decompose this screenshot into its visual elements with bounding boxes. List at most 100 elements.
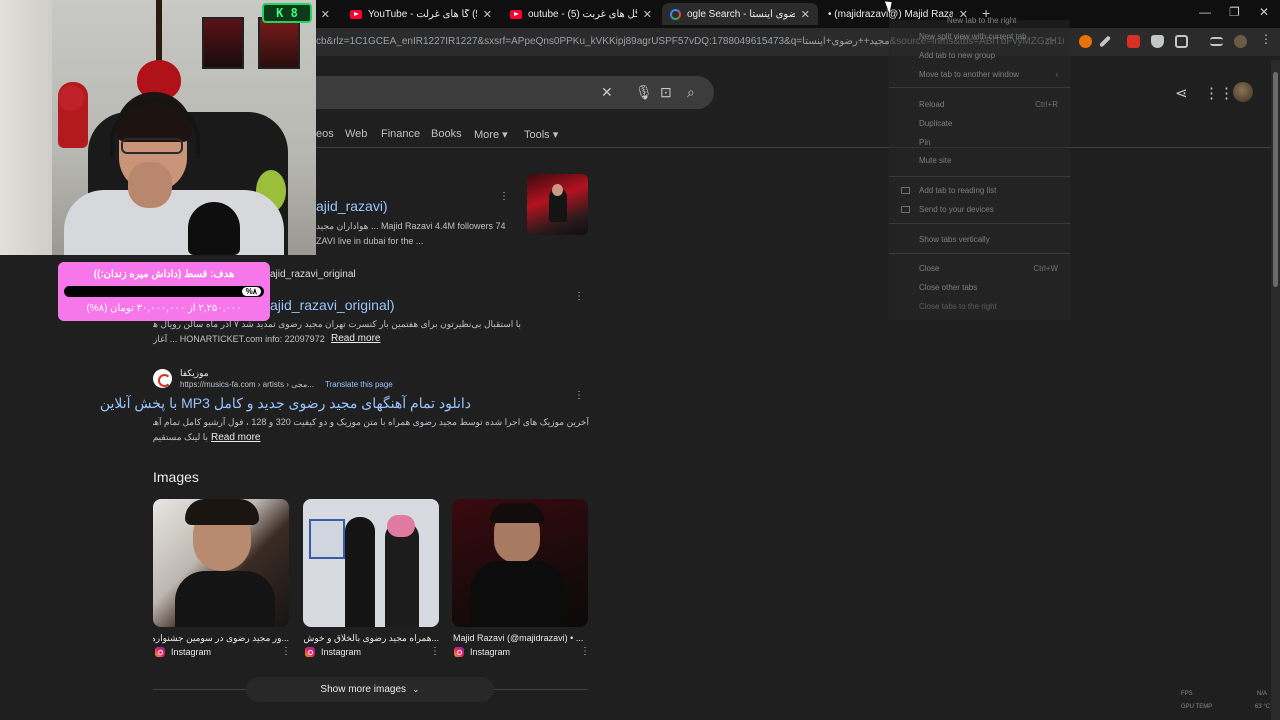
more-options-icon[interactable]: ⋮ — [430, 646, 440, 657]
result-snippet: هواداران مجید ... Majid Razavi 4.4M foll… — [316, 221, 506, 231]
gpu-temp-label: GPU TEMP — [1181, 704, 1213, 710]
image-pink-scarf — [387, 515, 415, 537]
filter-more[interactable]: More ▾ — [474, 128, 508, 141]
menu-item[interactable]: Send to your devices — [919, 205, 994, 214]
puzzle-icon[interactable] — [1175, 35, 1188, 48]
streamer-hand — [128, 162, 172, 208]
menu-item[interactable]: Add tab to new group — [919, 51, 995, 60]
result-thumbnail[interactable] — [527, 174, 588, 235]
lens-icon[interactable]: ⊡ — [660, 84, 672, 101]
maximize-button[interactable]: ❐ — [1229, 5, 1240, 19]
menu-item[interactable]: Move tab to another window — [919, 70, 1019, 79]
media-list-icon[interactable] — [1210, 37, 1223, 46]
extension-icon[interactable] — [1079, 35, 1092, 48]
show-more-images-button[interactable]: Show more images ⌄ — [246, 677, 494, 702]
menu-separator — [889, 87, 1070, 88]
shield-icon[interactable] — [1151, 35, 1164, 48]
tab-title: YouTube - جعفر (5) گا های غرلت — [368, 8, 477, 20]
search-icon[interactable]: ⌕ — [687, 84, 695, 101]
adblock-icon[interactable] — [1127, 35, 1140, 48]
result-title-link[interactable]: دانلود تمام آهنگهای مجید رضوی جدید و کام… — [100, 395, 471, 412]
result-snippet: آغاز ... HONARTICKET.com info: 22097972 — [153, 334, 325, 344]
youtube-icon — [350, 9, 362, 19]
image-caption[interactable]: ...ور مجید رضوی در سومین جشنواره حا — [153, 633, 289, 644]
microphone — [188, 202, 240, 255]
menu-item[interactable]: Close tabs to the right — [919, 302, 997, 311]
image-suit — [175, 571, 275, 627]
image-result[interactable] — [452, 499, 588, 627]
menu-dots-icon[interactable]: ⋮ — [1260, 32, 1273, 46]
image-source: Instagram — [305, 647, 361, 657]
image-caption[interactable]: ...همراه مجید رضوی بالخلاق و خوش اجرا — [303, 633, 439, 644]
filter-web[interactable]: Web — [345, 128, 367, 140]
glasses — [121, 138, 183, 154]
tab-close-icon[interactable]: ✕ — [643, 8, 652, 21]
tab-close-icon[interactable]: ✕ — [321, 8, 330, 21]
menu-item[interactable]: Close — [919, 264, 939, 273]
more-options-icon[interactable]: ⋮ — [574, 291, 584, 302]
youtube-icon — [510, 9, 522, 19]
scrollbar-thumb[interactable] — [1273, 72, 1278, 287]
menu-item[interactable]: Reload — [919, 100, 944, 109]
game-score-badge: K 8 — [262, 3, 312, 23]
more-options-icon[interactable]: ⋮ — [281, 646, 291, 657]
more-options-icon[interactable]: ⋮ — [574, 390, 584, 401]
clear-search-icon[interactable]: ✕ — [601, 84, 613, 101]
webcam-door — [0, 0, 52, 255]
menu-shortcut: Ctrl+W — [1033, 264, 1058, 273]
streamer-shirt — [64, 190, 284, 255]
menu-item[interactable]: New tab to the right — [947, 16, 1016, 25]
profile-avatar[interactable] — [1234, 35, 1247, 48]
result-url: ajid_razavi_original — [270, 269, 356, 280]
filter-videos[interactable]: eos — [316, 128, 334, 140]
pen-icon[interactable] — [1098, 35, 1112, 48]
menu-shortcut: Ctrl+R — [1035, 100, 1058, 109]
share-icon[interactable]: ⋖ — [1175, 84, 1188, 102]
minimize-button[interactable]: — — [1199, 5, 1211, 19]
filter-books[interactable]: Books — [431, 128, 462, 140]
tab-youtube-1[interactable]: YouTube - جعفر (5) گا های غرلت ✕ — [342, 3, 500, 25]
menu-item[interactable]: Pin — [919, 138, 931, 147]
goal-amount: ۲,۲۵۰,۰۰۰ از ۳۰,۰۰۰,۰۰۰ تومان (۸%) — [86, 303, 242, 314]
menu-item[interactable]: New split view with current tab — [919, 32, 1027, 41]
read-more-link[interactable]: Read more — [331, 333, 380, 344]
goal-title: هدف: قسط (داداش میره زندان:)) — [93, 269, 235, 280]
image-result[interactable] — [153, 499, 289, 627]
tab-close-icon[interactable]: ✕ — [801, 8, 810, 21]
result-title-link[interactable]: ajid_razavi_original) — [270, 297, 395, 313]
devices-icon — [901, 206, 910, 213]
read-more-link[interactable]: Read more — [211, 432, 260, 443]
apps-grid-icon[interactable]: ⋮⋮ — [1204, 84, 1234, 102]
tools-button[interactable]: Tools ▾ — [524, 128, 558, 141]
menu-separator — [889, 176, 1070, 177]
image-caption[interactable]: Majid Razavi (@majidrazavi) • ... — [453, 633, 589, 643]
image-result[interactable] — [303, 499, 439, 627]
fps-label: FPS — [1181, 691, 1193, 697]
search-input[interactable]: ✕ 🎙 ⊡ ⌕ — [300, 76, 714, 109]
fps-value: N/A — [1257, 691, 1268, 697]
submenu-chevron-icon: › — [1055, 70, 1058, 79]
source-label: Instagram — [171, 647, 212, 657]
google-icon — [670, 8, 681, 20]
tab-youtube-2[interactable]: outube - جعفر گل های غربت (5) ✕ — [502, 3, 660, 25]
close-window-button[interactable]: ✕ — [1259, 5, 1269, 19]
result-title-link[interactable]: ajid_razavi) — [316, 198, 388, 214]
more-options-icon[interactable]: ⋮ — [580, 646, 590, 657]
voice-search-icon[interactable]: 🎙 — [635, 84, 653, 101]
result-url: https://musics-fa.com › artists › مجی... — [180, 380, 314, 389]
tab-title: outube - جعفر گل های غربت (5) — [528, 8, 637, 20]
menu-item[interactable]: Add tab to reading list — [919, 186, 996, 195]
tab-google-search[interactable]: ogle Search - مجید رضوی اینستا ✕ — [662, 3, 818, 25]
image-hair — [185, 499, 259, 525]
translate-link[interactable]: Translate this page — [325, 380, 393, 389]
menu-item[interactable]: Duplicate — [919, 119, 952, 128]
result-snippet: با لینک مستقیم ... — [153, 432, 208, 442]
menu-item[interactable]: Mute site — [919, 156, 951, 165]
menu-item[interactable]: Show tabs vertically — [919, 235, 990, 244]
menu-item[interactable]: Close other tabs — [919, 283, 977, 292]
tab-close-icon[interactable]: ✕ — [483, 8, 492, 21]
filter-finance[interactable]: Finance — [381, 128, 420, 140]
avatar[interactable] — [1233, 82, 1253, 102]
more-options-icon[interactable]: ⋮ — [499, 191, 509, 202]
tab-title: ogle Search - مجید رضوی اینستا — [687, 8, 795, 20]
